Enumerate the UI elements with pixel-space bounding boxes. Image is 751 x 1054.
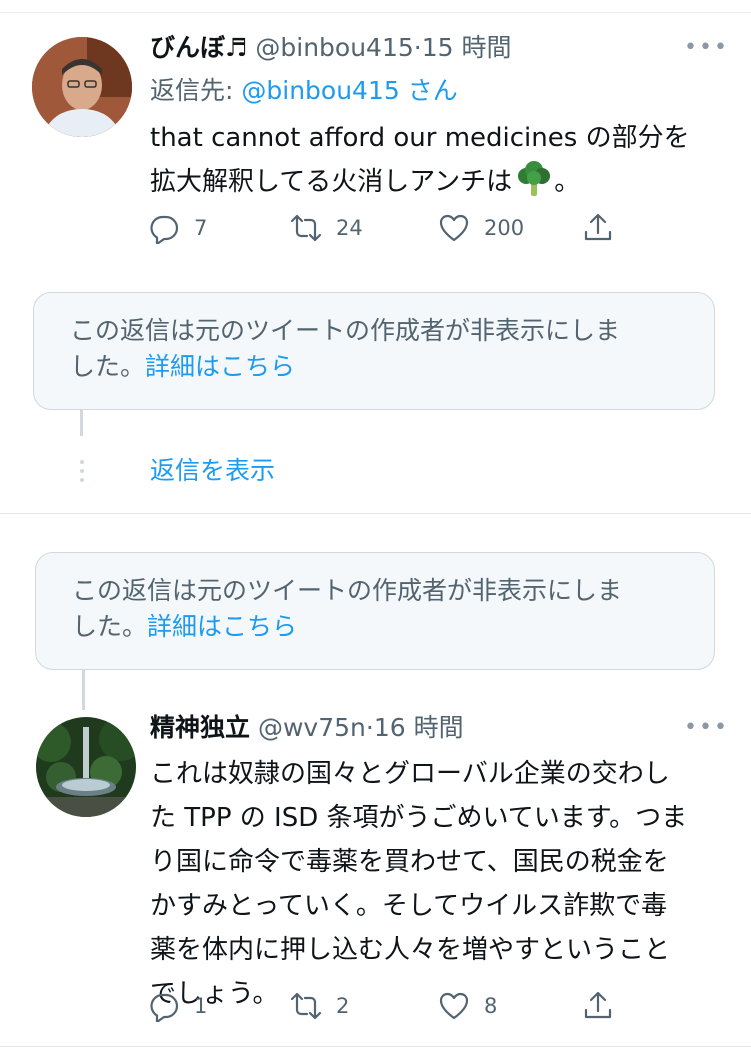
hidden-reply-notice-1: この返信は元のツイートの作成者が非表示にしま した。詳細はこちら (33, 292, 715, 410)
reply-to-suffix: さん (399, 76, 458, 105)
avatar-binbou[interactable] (32, 37, 132, 137)
tweet2-retweet-button[interactable]: 2 (290, 986, 349, 1026)
hidden-notice-1-details-link[interactable]: 詳細はこちら (145, 352, 295, 381)
tweet2-handle[interactable]: @wv75n (258, 713, 366, 742)
tweet1-text: that cannot afford our medicines の部分を 拡大… (150, 116, 690, 212)
tweet1-retweet-button[interactable]: 24 (290, 208, 363, 248)
tweet1-share-button[interactable] (582, 208, 614, 248)
tweet1-text-line1: that cannot afford our medicines の部分を (150, 123, 690, 153)
tweet2-reply-button[interactable]: 1 (148, 986, 207, 1026)
tweet1-handle[interactable]: @binbou415 (255, 33, 413, 62)
tweet2-more-icon[interactable]: ••• (684, 717, 729, 739)
tweet1-text-line2: 拡大解釈してる火消しアンチは🥦 。 (150, 160, 690, 212)
hidden-notice-2-line1: この返信は元のツイートの作成者が非表示にしま (72, 576, 623, 605)
heart-icon (439, 214, 469, 242)
tweet1-text-line2-main: 拡大解釈してる火消しアンチは (150, 167, 513, 197)
broccoli-icon (518, 161, 551, 196)
show-replies-link[interactable]: 返信を表示 (150, 455, 275, 487)
tweet1-like-button[interactable]: 200 (438, 208, 524, 248)
tweet1-header: びんぼ♬ @binbou415·15 時間 (150, 32, 511, 64)
avatar-wv75n[interactable] (36, 717, 136, 817)
avatar-fountain-icon (36, 717, 136, 817)
tweet2-header: 精神独立 @wv75n·16 時間 (150, 712, 464, 744)
tweet1-reply-button[interactable]: 7 (148, 208, 207, 248)
hidden-notice-2-prefix: した。 (72, 612, 148, 641)
tweet1-more-icon[interactable]: ••• (684, 37, 729, 59)
thread-connector-1 (80, 410, 83, 436)
tweet2-actions: 1 2 8 (148, 986, 628, 1026)
tweet2-text-line: り国に命令で毒薬を買わせて、国民の税金を (150, 847, 669, 877)
tweet1-reply-to: 返信先: @binbou415 さん (150, 75, 458, 107)
thread-dots-icon (80, 460, 84, 487)
hidden-reply-notice-2: この返信は元のツイートの作成者が非表示にしま した。詳細はこちら (35, 552, 715, 670)
tweet2-text-line: 薬を体内に押し込む人々を増やすということ (150, 935, 671, 965)
tweet1-separator: · (413, 33, 422, 62)
share-icon (584, 213, 612, 241)
heart-icon (439, 992, 469, 1020)
tweet1-reply-count: 7 (194, 216, 208, 240)
tweet1-retweet-count: 24 (336, 216, 363, 240)
tweet1-display-name[interactable]: びんぼ♬ (150, 33, 247, 62)
hidden-notice-1-line1: この返信は元のツイートの作成者が非表示にしま (70, 316, 621, 345)
tweet2-share-button[interactable] (582, 986, 614, 1026)
avatar-photo-icon (32, 37, 132, 137)
hidden-notice-1-prefix: した。 (70, 352, 146, 381)
reply-to-handle[interactable]: @binbou415 (241, 76, 399, 105)
hidden-notice-2-details-link[interactable]: 詳細はこちら (147, 612, 297, 641)
bottom-divider (0, 1046, 751, 1047)
top-divider (0, 12, 751, 13)
reply-icon (150, 993, 179, 1022)
tweet2-like-button[interactable]: 8 (438, 986, 497, 1026)
tweet2-retweet-count: 2 (336, 994, 350, 1018)
share-icon (584, 991, 612, 1019)
tweet2-text: これは奴隷の国々とグローバル企業の交わし た TPP の ISD 条項がうごめい… (150, 752, 687, 1016)
reply-to-label: 返信先: (150, 76, 242, 105)
hidden-notice-1-line2: した。詳細はこちら (70, 349, 678, 385)
tweet2-reply-count: 1 (194, 994, 208, 1018)
tweet1-time[interactable]: 15 時間 (422, 33, 512, 62)
section-divider (0, 513, 751, 514)
tweet2-like-count: 8 (484, 994, 498, 1018)
tweet2-text-line: これは奴隷の国々とグローバル企業の交わし (150, 759, 670, 789)
tweet2-time[interactable]: 16 時間 (374, 713, 464, 742)
tweet2-separator: · (365, 713, 374, 742)
reply-icon (150, 215, 179, 244)
hidden-notice-2-line2: した。詳細はこちら (72, 609, 678, 645)
tweet2-text-line: かすみとっていく。そしてウイルス詐欺で毒 (150, 891, 668, 921)
retweet-icon (290, 992, 322, 1020)
tweet2-text-line: た TPP の ISD 条項がうごめいています。つま (150, 803, 688, 833)
tweet1-like-count: 200 (484, 216, 525, 240)
tweet2-display-name[interactable]: 精神独立 (150, 713, 250, 742)
tweet1-text-end: 。 (554, 167, 581, 197)
retweet-icon (290, 214, 322, 242)
thread-connector-2 (82, 670, 85, 710)
tweet1-actions: 7 24 200 (148, 208, 628, 248)
